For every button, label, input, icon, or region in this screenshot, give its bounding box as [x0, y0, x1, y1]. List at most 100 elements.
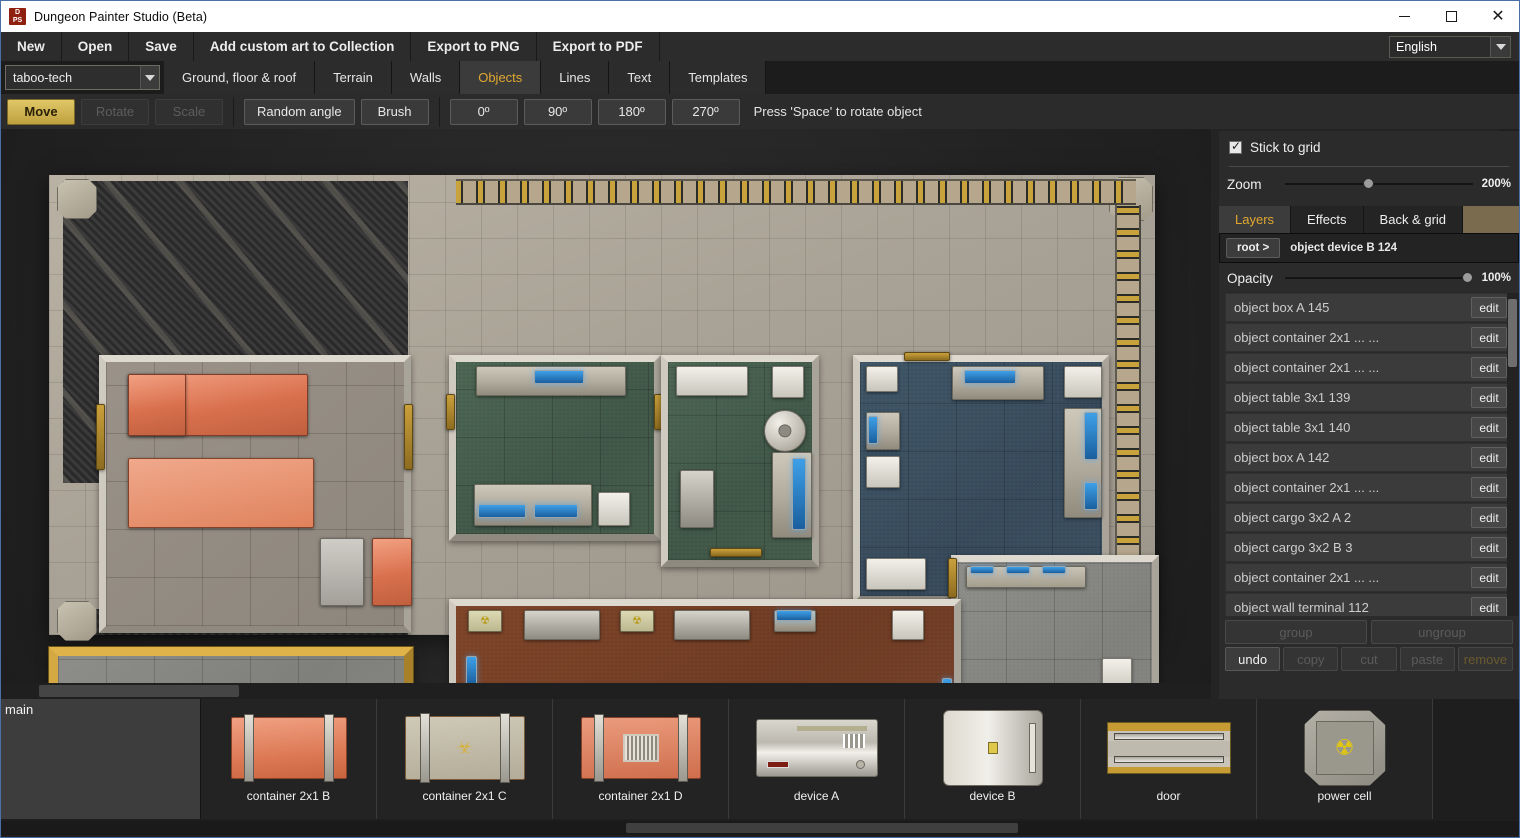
- group-button[interactable]: group: [1225, 620, 1367, 644]
- tab-templates[interactable]: Templates: [670, 61, 766, 94]
- canvas-horizontal-scroll-thumb[interactable]: [39, 685, 239, 697]
- random-angle-button[interactable]: Random angle: [244, 99, 355, 125]
- prop-device: [866, 366, 898, 392]
- language-value: English: [1390, 40, 1490, 54]
- asset-item-device-a[interactable]: device A: [729, 699, 905, 819]
- layer-row[interactable]: object container 2x1 ... ... edit: [1225, 473, 1513, 502]
- chevron-down-icon[interactable]: [140, 66, 159, 89]
- layer-edit-button[interactable]: edit: [1471, 507, 1507, 528]
- minimize-icon[interactable]: [1381, 1, 1427, 32]
- angle-90-button[interactable]: 90º: [524, 99, 592, 125]
- zoom-slider-knob[interactable]: [1363, 178, 1374, 189]
- layer-row[interactable]: object container 2x1 ... ... edit: [1225, 563, 1513, 592]
- layer-edit-button[interactable]: edit: [1471, 597, 1507, 616]
- chevron-down-icon[interactable]: [1490, 37, 1510, 57]
- cut-button[interactable]: cut: [1341, 647, 1396, 671]
- asset-item-container-2x1-b[interactable]: container 2x1 B: [201, 699, 377, 819]
- layer-name: object box A 145: [1226, 300, 1471, 315]
- scale-tool-button[interactable]: Scale: [155, 99, 223, 125]
- layer-row[interactable]: object container 2x1 ... ... edit: [1225, 323, 1513, 352]
- close-icon[interactable]: ✕: [1475, 1, 1520, 32]
- layer-row[interactable]: object wall terminal 112 edit: [1225, 593, 1513, 616]
- prop-device: [674, 610, 750, 640]
- opacity-slider[interactable]: [1285, 271, 1473, 285]
- tab-ground-floor-roof[interactable]: Ground, floor & roof: [164, 61, 315, 94]
- menu-add-custom-art[interactable]: Add custom art to Collection: [194, 32, 412, 61]
- brush-button[interactable]: Brush: [361, 99, 429, 125]
- layer-list-scroll-thumb[interactable]: [1508, 299, 1517, 367]
- copy-button[interactable]: copy: [1283, 647, 1338, 671]
- layer-row[interactable]: object box A 145 edit: [1225, 293, 1513, 322]
- layer-row[interactable]: object cargo 3x2 A 2 edit: [1225, 503, 1513, 532]
- asset-item-container-2x1-c[interactable]: ☣ container 2x1 C: [377, 699, 553, 819]
- stick-to-grid-row[interactable]: Stick to grid: [1219, 131, 1519, 163]
- breadcrumb-root-button[interactable]: root >: [1226, 238, 1280, 258]
- prop-device: [676, 366, 748, 396]
- layer-row[interactable]: object container 2x1 ... ... edit: [1225, 353, 1513, 382]
- layer-list[interactable]: object box A 145 edit object container 2…: [1219, 293, 1519, 616]
- layer-edit-button[interactable]: edit: [1471, 447, 1507, 468]
- container-b-thumb: [224, 709, 354, 787]
- tab-objects[interactable]: Objects: [460, 61, 541, 94]
- tab-lines[interactable]: Lines: [541, 61, 609, 94]
- layer-edit-button[interactable]: edit: [1471, 387, 1507, 408]
- layer-edit-button[interactable]: edit: [1471, 417, 1507, 438]
- asset-group-main[interactable]: main: [1, 699, 201, 819]
- layer-list-scrollbar[interactable]: [1507, 293, 1519, 616]
- asset-item-container-2x1-d[interactable]: container 2x1 D: [553, 699, 729, 819]
- layer-edit-button[interactable]: edit: [1471, 537, 1507, 558]
- layer-row[interactable]: object table 3x1 140 edit: [1225, 413, 1513, 442]
- menu-save[interactable]: Save: [129, 32, 194, 61]
- angle-270-button[interactable]: 270º: [672, 99, 740, 125]
- prop-monitor: [534, 504, 578, 518]
- menu-open[interactable]: Open: [62, 32, 130, 61]
- undo-button[interactable]: undo: [1225, 647, 1280, 671]
- rotate-tool-button[interactable]: Rotate: [81, 99, 149, 125]
- tab-effects[interactable]: Effects: [1291, 206, 1364, 233]
- zoom-slider[interactable]: [1285, 177, 1473, 191]
- prop-hazard-panel: ☢: [468, 610, 502, 632]
- angle-0-button[interactable]: 0º: [450, 99, 518, 125]
- prop-monitor: [792, 458, 806, 530]
- maximize-icon[interactable]: [1428, 1, 1474, 32]
- room-lab-a: [449, 355, 661, 541]
- asset-bar: main container 2x1 B ☣: [1, 699, 1520, 838]
- layer-row[interactable]: object box A 142 edit: [1225, 443, 1513, 472]
- move-tool-button[interactable]: Move: [7, 99, 75, 125]
- menu-new[interactable]: New: [1, 32, 62, 61]
- layer-edit-button[interactable]: edit: [1471, 477, 1507, 498]
- stick-to-grid-checkbox[interactable]: [1229, 141, 1242, 154]
- tab-walls[interactable]: Walls: [392, 61, 460, 94]
- prop-door: [446, 394, 455, 430]
- asset-item-door[interactable]: door: [1081, 699, 1257, 819]
- menu-export-png[interactable]: Export to PNG: [411, 32, 536, 61]
- canvas-horizontal-scrollbar[interactable]: [1, 683, 1211, 699]
- layer-edit-button[interactable]: edit: [1471, 357, 1507, 378]
- remove-button[interactable]: remove: [1458, 647, 1513, 671]
- opacity-slider-knob[interactable]: [1462, 272, 1473, 283]
- selected-room-highlight[interactable]: [49, 647, 413, 683]
- tab-back-and-grid[interactable]: Back & grid: [1364, 206, 1463, 233]
- category-row: taboo-tech Ground, floor & roof Terrain …: [1, 61, 1520, 94]
- tab-text[interactable]: Text: [609, 61, 670, 94]
- language-select[interactable]: English: [1389, 36, 1511, 58]
- layer-row[interactable]: object table 3x1 139 edit: [1225, 383, 1513, 412]
- angle-180-button[interactable]: 180º: [598, 99, 666, 125]
- asset-item-power-cell[interactable]: ☢ power cell: [1257, 699, 1433, 819]
- layer-row[interactable]: object cargo 3x2 B 3 edit: [1225, 533, 1513, 562]
- map-canvas[interactable]: ☢ ☢: [1, 129, 1211, 683]
- collection-select[interactable]: taboo-tech: [5, 65, 160, 90]
- layer-edit-button[interactable]: edit: [1471, 567, 1507, 588]
- asset-bar-scrollbar[interactable]: [1, 821, 1520, 835]
- asset-item-device-b[interactable]: device B: [905, 699, 1081, 819]
- menu-export-pdf[interactable]: Export to PDF: [537, 32, 660, 61]
- paste-button[interactable]: paste: [1400, 647, 1455, 671]
- asset-bar-scroll-thumb[interactable]: [626, 823, 1018, 833]
- layer-edit-button[interactable]: edit: [1471, 297, 1507, 318]
- right-panel: Stick to grid Zoom 200% Layers Effects B…: [1219, 131, 1519, 699]
- prop-device: [1064, 366, 1102, 398]
- tab-layers[interactable]: Layers: [1219, 206, 1291, 233]
- layer-edit-button[interactable]: edit: [1471, 327, 1507, 348]
- tab-terrain[interactable]: Terrain: [315, 61, 392, 94]
- ungroup-button[interactable]: ungroup: [1371, 620, 1513, 644]
